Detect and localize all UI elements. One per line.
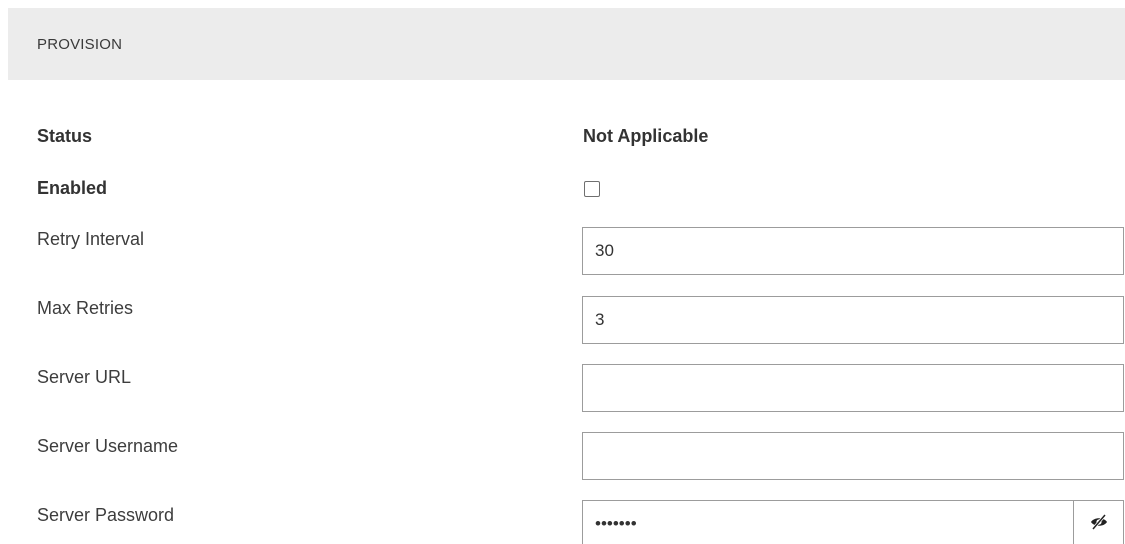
eye-slash-icon xyxy=(1089,513,1109,536)
server-password-input[interactable] xyxy=(583,501,1073,544)
retry-interval-label: Retry Interval xyxy=(37,229,145,249)
max-retries-label: Max Retries xyxy=(37,298,134,318)
enabled-label: Enabled xyxy=(37,178,108,198)
status-label: Status xyxy=(37,126,93,146)
server-password-field xyxy=(582,500,1124,544)
section-header: PROVISION xyxy=(8,8,1125,80)
server-username-label: Server Username xyxy=(37,436,179,456)
server-username-input[interactable] xyxy=(582,432,1124,480)
status-value: Not Applicable xyxy=(583,126,709,146)
server-password-label: Server Password xyxy=(37,505,175,525)
retry-interval-input[interactable] xyxy=(582,227,1124,275)
max-retries-input[interactable] xyxy=(582,296,1124,344)
section-title: PROVISION xyxy=(37,36,123,53)
provision-panel: PROVISION Status Not Applicable Enabled … xyxy=(0,0,1125,544)
server-url-label: Server URL xyxy=(37,367,132,387)
enabled-checkbox[interactable] xyxy=(584,181,600,197)
server-url-input[interactable] xyxy=(582,364,1124,412)
password-visibility-toggle[interactable] xyxy=(1073,501,1123,544)
